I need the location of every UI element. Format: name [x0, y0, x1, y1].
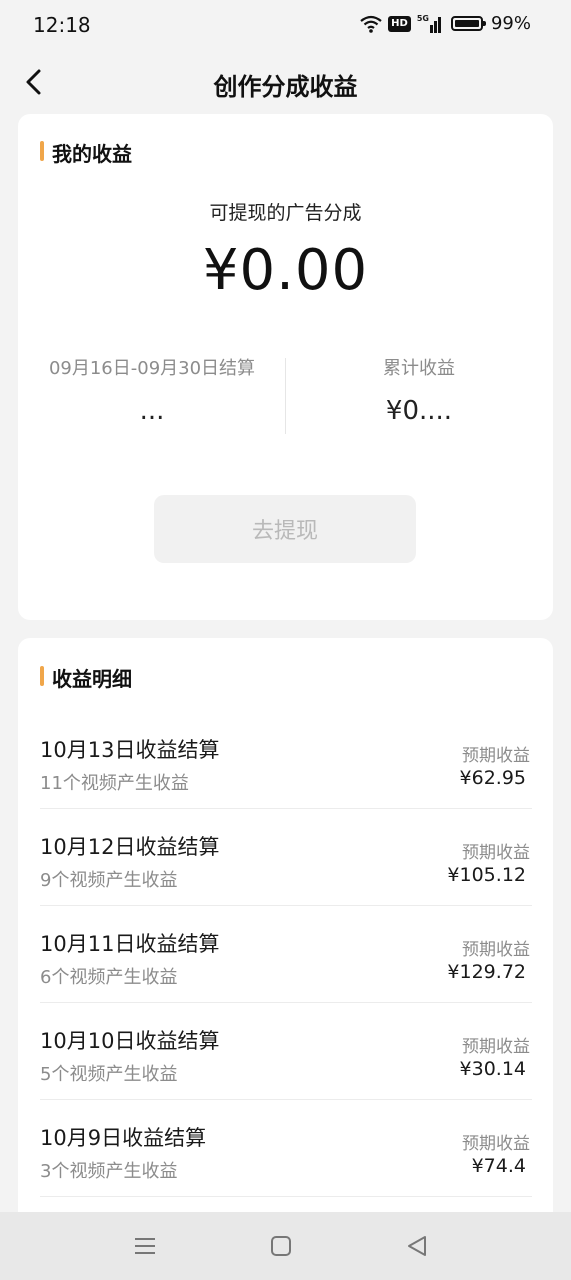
menu-icon	[135, 1238, 155, 1254]
item-label: 预期收益	[462, 746, 530, 766]
item-subtitle: 6个视频产生收益	[40, 967, 178, 988]
battery-icon	[450, 16, 486, 31]
item-title: 10月10日收益结算	[40, 1029, 220, 1053]
status-bar: 12:18 HD 5G 99%	[0, 0, 571, 50]
wifi-icon	[360, 15, 382, 33]
hd-icon: HD	[388, 15, 411, 32]
withdrawable-amount: ¥0.00	[202, 238, 369, 303]
battery-percent: 99%	[490, 13, 531, 34]
list-item[interactable]: 10月10日收益结算 5个视频产生收益 预期收益 ¥30.14	[40, 1002, 532, 1100]
earnings-details-card: 收益明细 10月13日收益结算 11个视频产生收益 预期收益 ¥62.95 10…	[18, 638, 553, 1238]
period-settlement: 09月16日-09月30日结算 ...	[18, 354, 286, 426]
earnings-details-title: 收益明细	[52, 667, 132, 691]
item-label: 预期收益	[462, 940, 530, 960]
item-title: 10月11日收益结算	[40, 932, 220, 956]
battery-fill	[454, 20, 479, 27]
period-label: 09月16日-09月30日结算	[48, 358, 256, 379]
section-accent-bar	[40, 141, 44, 161]
item-label: 预期收益	[462, 1134, 530, 1154]
menu-button[interactable]	[129, 1230, 161, 1262]
page-title: 创作分成收益	[213, 73, 358, 101]
back-nav-button[interactable]	[401, 1230, 433, 1262]
list-item[interactable]: 10月13日收益结算 11个视频产生收益 预期收益 ¥62.95	[40, 711, 532, 809]
total-earnings: 累计收益 ¥0....	[285, 354, 553, 426]
item-amount: ¥74.4	[471, 1155, 526, 1177]
list-item[interactable]: 10月11日收益结算 6个视频产生收益 预期收益 ¥129.72	[40, 905, 532, 1003]
signal-5g-icon: 5G	[416, 13, 441, 33]
withdraw-button[interactable]: 去提现	[154, 495, 416, 563]
section-accent-bar	[40, 666, 44, 686]
status-time: 12:18	[33, 13, 91, 37]
system-nav-bar	[0, 1212, 571, 1280]
item-amount: ¥105.12	[447, 864, 526, 886]
item-subtitle: 9个视频产生收益	[40, 870, 178, 891]
item-title: 10月9日收益结算	[40, 1126, 207, 1150]
home-button[interactable]	[265, 1230, 297, 1262]
list-item[interactable]: 10月12日收益结算 9个视频产生收益 预期收益 ¥105.12	[40, 808, 532, 906]
nav-bar: 创作分成收益	[0, 55, 571, 111]
item-subtitle: 11个视频产生收益	[40, 773, 189, 794]
my-earnings-title: 我的收益	[52, 142, 132, 166]
total-value: ¥0....	[385, 396, 453, 426]
my-earnings-card: 我的收益 可提现的广告分成 ¥0.00 09月16日-09月30日结算 ... …	[18, 114, 553, 620]
home-square-icon	[271, 1236, 291, 1256]
item-amount: ¥62.95	[459, 767, 526, 789]
item-label: 预期收益	[462, 1037, 530, 1057]
item-subtitle: 5个视频产生收益	[40, 1064, 178, 1085]
item-title: 10月13日收益结算	[40, 738, 220, 762]
withdrawable-label: 可提现的广告分成	[209, 202, 362, 224]
item-amount: ¥30.14	[459, 1058, 526, 1080]
item-subtitle: 3个视频产生收益	[40, 1161, 178, 1182]
status-icons: HD 5G 99%	[360, 13, 531, 34]
back-triangle-icon	[408, 1236, 426, 1256]
item-label: 预期收益	[462, 843, 530, 863]
item-title: 10月12日收益结算	[40, 835, 220, 859]
list-item[interactable]: 10月9日收益结算 3个视频产生收益 预期收益 ¥74.4	[40, 1099, 532, 1197]
period-value: ...	[139, 396, 165, 426]
item-amount: ¥129.72	[447, 961, 526, 983]
network-label: 5G	[416, 13, 429, 23]
total-label: 累计收益	[383, 358, 455, 379]
